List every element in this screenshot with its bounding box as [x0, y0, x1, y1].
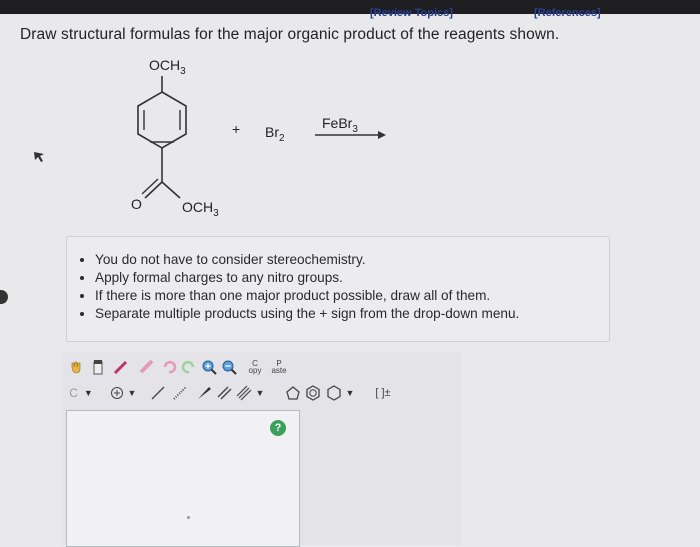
bracket-tool[interactable]: [ ]±	[370, 382, 396, 404]
mouse-cursor-icon	[34, 152, 44, 162]
instruction-item: Separate multiple products using the + s…	[95, 305, 609, 323]
pentagon-icon	[286, 386, 300, 400]
question-text: Draw structural formulas for the major o…	[20, 26, 560, 43]
plus-circle-icon	[110, 387, 123, 399]
instructions-box: You do not have to consider stereochemis…	[66, 236, 610, 342]
ring-selector[interactable]: ▼	[324, 382, 356, 404]
help-button[interactable]: ?	[270, 420, 286, 436]
double-bond-tool[interactable]	[214, 382, 234, 404]
header-links: [Review Topics] [References]	[0, 2, 700, 24]
copy-button[interactable]: C opy	[244, 356, 266, 378]
wedge-bond-tool[interactable]	[194, 382, 214, 404]
carbonyl-o-label: O	[131, 196, 142, 212]
lasso-icon[interactable]	[136, 356, 158, 378]
references-link[interactable]: [References]	[534, 7, 601, 19]
review-topics-link[interactable]: [Review Topics]	[370, 7, 453, 19]
toolbar-row-2: C ▼ ▼ ▼ ▼ [ ]±	[62, 382, 462, 406]
toolbar-row-1: C opy P aste	[62, 356, 462, 380]
single-bond-tool[interactable]	[148, 382, 168, 404]
och3-top-label: OCH3	[149, 57, 186, 77]
drawing-canvas[interactable]	[66, 410, 300, 547]
redo-icon[interactable]	[180, 356, 198, 378]
hexagon-icon	[326, 385, 341, 401]
dropdown-arrow-icon: ▼	[345, 388, 355, 398]
side-tab[interactable]	[0, 290, 8, 304]
benzene-ring-tool[interactable]	[304, 382, 322, 404]
ester-och3-label: OCH3	[182, 199, 219, 219]
febr3-label: FeBr3	[322, 115, 358, 135]
undo-icon[interactable]	[160, 356, 178, 378]
dropdown-arrow-icon: ▼	[255, 388, 265, 398]
eraser-icon[interactable]	[88, 356, 108, 378]
canvas-dot	[187, 516, 190, 519]
paste-button[interactable]: P aste	[268, 356, 290, 378]
reaction-arrow-head	[378, 131, 386, 139]
pencil-icon[interactable]	[110, 356, 132, 378]
br2-label: Br2	[265, 124, 285, 144]
instruction-item: You do not have to consider stereochemis…	[95, 251, 609, 269]
carbonyl-double	[141, 178, 159, 195]
structure-editor: C opy P aste C ▼ ▼ ▼ ▼ []± ?	[62, 352, 462, 547]
zoom-in-icon[interactable]	[200, 356, 218, 378]
charge-tool[interactable]: ▼	[106, 382, 140, 404]
element-selector-value: C	[69, 386, 78, 400]
reaction-scheme: OCH3 O OCH3 + Br2 FeBr3	[131, 57, 386, 219]
hand-tool-icon[interactable]	[66, 356, 86, 378]
triple-bond-tool[interactable]: ▼	[234, 382, 266, 404]
hexagon-icon	[306, 385, 320, 401]
cyclopentane-ring-tool[interactable]	[284, 382, 302, 404]
plus-sign: +	[232, 121, 240, 137]
hashed-bond-tool[interactable]	[170, 382, 190, 404]
element-selector[interactable]: C ▼	[66, 382, 96, 404]
ester-bond	[161, 181, 181, 199]
instruction-item: If there is more than one major product …	[95, 287, 609, 305]
instruction-item: Apply formal charges to any nitro groups…	[95, 269, 609, 287]
dropdown-arrow-icon: ▼	[83, 388, 93, 398]
carbonyl-bond	[144, 181, 163, 199]
benzene-ring	[137, 91, 187, 149]
zoom-out-icon[interactable]	[220, 356, 238, 378]
dropdown-arrow-icon: ▼	[127, 388, 137, 398]
